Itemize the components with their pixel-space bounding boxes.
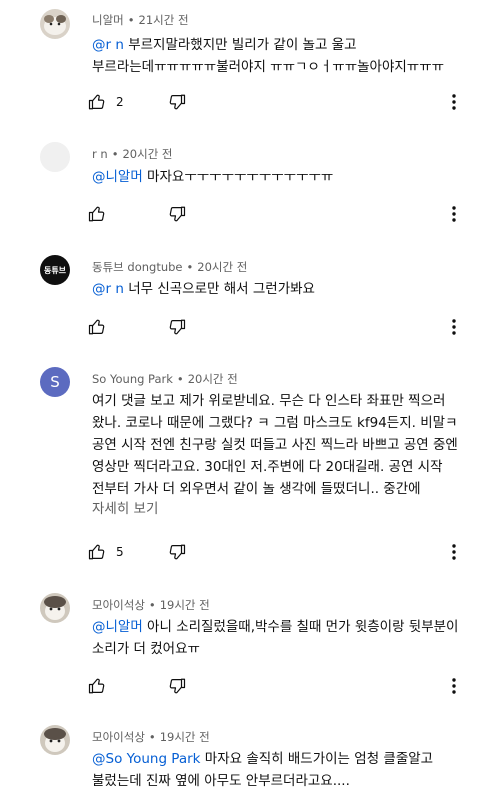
dongtube-avatar-text: 동튜브 [43, 265, 67, 275]
author-name[interactable]: 모아이석상 [92, 598, 145, 612]
so-young-park-avatar-letter: S [50, 373, 60, 391]
comment-actions: 5 [88, 540, 468, 564]
comment-meta: So Young Park • 20시간 전 [92, 372, 238, 386]
author-name[interactable]: 동튜브 dongtube [92, 260, 183, 274]
cat-avatar-icon [40, 9, 70, 39]
kebab-menu-icon [452, 319, 456, 335]
comment-meta: 모아이석상 • 19시간 전 [92, 730, 210, 744]
kebab-menu-icon [452, 94, 456, 110]
like-count: 2 [116, 95, 124, 109]
comment-meta: r n • 20시간 전 [92, 147, 173, 161]
comment-actions [88, 202, 468, 226]
kebab-menu-icon [452, 544, 456, 560]
avatar[interactable] [40, 9, 70, 39]
dislike-button[interactable] [168, 674, 186, 698]
comment-text: @r n 부르지말라했지만 빌리가 같이 놀고 울고 부르라는데ㅠㅠㅠㅠㅠ불러야… [92, 37, 445, 75]
more-options-button[interactable] [446, 315, 462, 339]
comment-meta: 니알머 • 21시간 전 [92, 13, 189, 27]
avatar[interactable] [40, 142, 70, 172]
like-button[interactable]: 5 [88, 540, 124, 564]
comment-text: @So Young Park 마자요 솔직히 배드가이는 엄청 클줄알고 불렀는… [92, 751, 438, 789]
kebab-menu-icon [452, 678, 456, 694]
comment-text: 여기 댓글 보고 제가 위로받네요. 무슨 다 인스타 좌표만 찍으러 왔나. … [92, 393, 463, 497]
thumbs-up-icon [88, 544, 105, 560]
more-options-button[interactable] [446, 202, 462, 226]
dislike-button[interactable] [168, 315, 186, 339]
timestamp[interactable]: 20시간 전 [188, 372, 238, 386]
thumbs-down-icon [169, 544, 186, 560]
timestamp[interactable]: 21시간 전 [139, 13, 189, 27]
like-button[interactable] [88, 202, 106, 226]
like-count: 5 [116, 545, 124, 559]
avatar[interactable]: 동튜브 [40, 255, 70, 285]
thumbs-down-icon [169, 94, 186, 110]
thumbs-up-icon [88, 94, 105, 110]
moai-avatar-icon [40, 593, 70, 623]
comment-actions [88, 674, 468, 698]
comment-actions [88, 315, 468, 339]
more-options-button[interactable] [446, 540, 462, 564]
mention-link[interactable]: @r n [92, 37, 124, 53]
thumbs-up-icon [88, 319, 105, 335]
author-name[interactable]: 모아이석상 [92, 730, 145, 744]
read-more-link[interactable]: 자세히 보기 [92, 497, 158, 517]
mention-link[interactable]: @니알머 [92, 619, 143, 635]
avatar[interactable]: S [40, 367, 70, 397]
more-options-button[interactable] [446, 90, 462, 114]
thumbs-down-icon [169, 319, 186, 335]
like-button[interactable]: 2 [88, 90, 124, 114]
thumbs-up-icon [88, 206, 105, 222]
comment-text: @니알머 아니 소리질렀을때,박수를 칠때 먼가 윗층이랑 뒷부분이 소리가 더… [92, 619, 463, 657]
mention-link[interactable]: @So Young Park [92, 751, 200, 767]
author-name[interactable]: So Young Park [92, 372, 173, 386]
timestamp[interactable]: 20시간 전 [122, 147, 172, 161]
thumbs-down-icon [169, 678, 186, 694]
dislike-button[interactable] [168, 202, 186, 226]
thumbs-down-icon [169, 206, 186, 222]
timestamp[interactable]: 19시간 전 [160, 730, 210, 744]
thumbs-up-icon [88, 678, 105, 694]
avatar[interactable] [40, 593, 70, 623]
comment-text: @r n 너무 신곡으로만 해서 그런가봐요 [92, 281, 315, 297]
more-options-button[interactable] [446, 674, 462, 698]
comment-meta: 동튜브 dongtube • 20시간 전 [92, 260, 248, 274]
like-button[interactable] [88, 315, 106, 339]
mention-link[interactable]: @r n [92, 281, 124, 297]
mention-link[interactable]: @니알머 [92, 169, 143, 185]
timestamp[interactable]: 20시간 전 [197, 260, 247, 274]
dislike-button[interactable] [168, 90, 186, 114]
author-name[interactable]: 니알머 [92, 13, 124, 27]
comment-meta: 모아이석상 • 19시간 전 [92, 598, 210, 612]
kebab-menu-icon [452, 206, 456, 222]
author-name[interactable]: r n [92, 147, 108, 161]
comment-actions: 2 [88, 90, 468, 114]
comment-text: @니알머 마자요ㅜㅜㅜㅜㅜㅜㅜㅜㅜㅜㅜㅠ [92, 169, 334, 185]
moai-avatar-icon [40, 725, 70, 755]
timestamp[interactable]: 19시간 전 [160, 598, 210, 612]
like-button[interactable] [88, 674, 106, 698]
dislike-button[interactable] [168, 540, 186, 564]
avatar[interactable] [40, 725, 70, 755]
default-avatar-icon [40, 142, 70, 172]
